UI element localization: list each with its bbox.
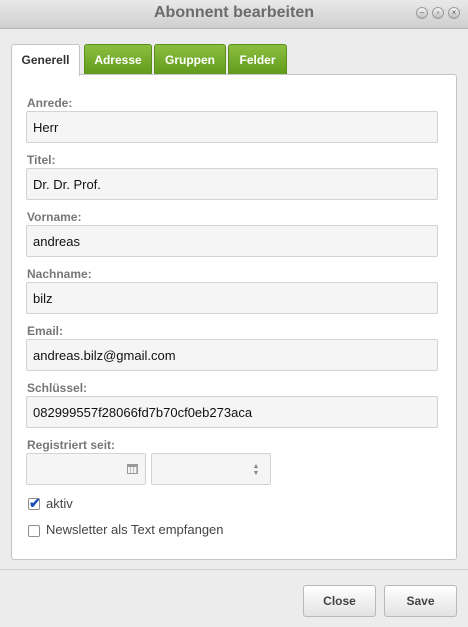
newsletter-text-label: Newsletter als Text empfangen (46, 522, 224, 537)
updown-icon: ▲ ▼ (252, 463, 260, 477)
nachname-label: Nachname: (27, 267, 92, 281)
schluessel-field[interactable] (26, 396, 438, 428)
email-label: Email: (27, 324, 64, 338)
minimize-icon[interactable]: – (416, 7, 428, 19)
checkmark-icon: ✔ (29, 495, 41, 511)
restore-icon[interactable]: ▫ (432, 7, 444, 19)
dialog-footer: Close Save (0, 569, 468, 627)
email-field[interactable] (26, 339, 438, 371)
tab-generell[interactable]: Generell (11, 44, 80, 76)
tab-gruppen[interactable]: Gruppen (154, 44, 226, 75)
window-controls: – ▫ × (416, 7, 460, 19)
titel-field[interactable] (26, 168, 438, 200)
registriert-time-select[interactable]: ▲ ▼ (151, 453, 271, 485)
aktiv-label: aktiv (46, 496, 73, 511)
anrede-label: Anrede: (27, 96, 73, 110)
anrede-field[interactable] (26, 111, 438, 143)
window-title: Abonnent bearbeiten (153, 4, 314, 21)
aktiv-checkbox[interactable]: ✔ (28, 495, 41, 511)
close-button[interactable]: Close (303, 585, 376, 617)
calendar-icon[interactable] (127, 464, 138, 474)
save-button[interactable]: Save (384, 585, 457, 617)
vorname-field[interactable] (26, 225, 438, 257)
close-icon[interactable]: × (448, 7, 460, 19)
tab-felder[interactable]: Felder (228, 44, 287, 75)
titel-label: Titel: (27, 153, 56, 167)
newsletter-text-checkbox[interactable] (28, 525, 40, 537)
nachname-field[interactable] (26, 282, 438, 314)
registriert-label: Registriert seit: (27, 438, 116, 452)
registriert-date-field[interactable] (26, 453, 146, 485)
window-titlebar: Abonnent bearbeiten – ▫ × (0, 0, 468, 29)
tab-adresse[interactable]: Adresse (84, 44, 152, 75)
tab-panel-generell (11, 74, 457, 560)
schluessel-label: Schlüssel: (27, 381, 88, 395)
vorname-label: Vorname: (27, 210, 82, 224)
